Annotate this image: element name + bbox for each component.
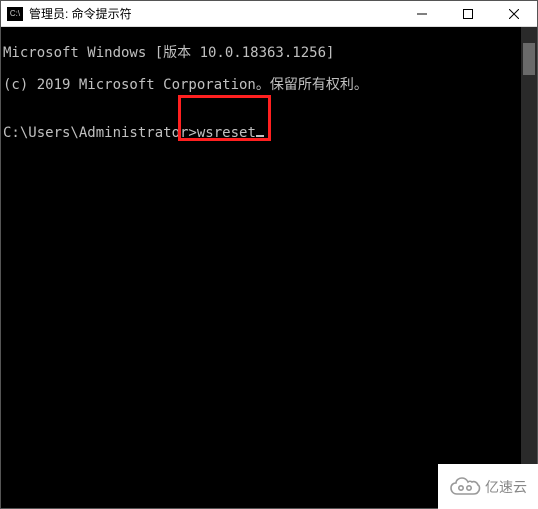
copyright-line: (c) 2019 Microsoft Corporation。保留所有权利。 [3, 77, 521, 93]
prompt-line: C:\Users\Administrator>wsreset [3, 125, 521, 141]
window-controls [399, 1, 537, 26]
close-button[interactable] [491, 1, 537, 26]
console-output[interactable]: Microsoft Windows [版本 10.0.18363.1256] (… [1, 27, 521, 508]
watermark: 亿速云 [438, 464, 538, 509]
console-area: Microsoft Windows [版本 10.0.18363.1256] (… [1, 27, 537, 508]
cmd-icon: C:\ [7, 7, 23, 21]
vertical-scrollbar[interactable] [521, 27, 537, 508]
scrollbar-thumb[interactable] [523, 43, 535, 75]
watermark-text: 亿速云 [485, 477, 527, 497]
command-input[interactable]: wsreset [197, 125, 256, 141]
cloud-icon [449, 476, 481, 498]
command-prompt-window: C:\ 管理员: 命令提示符 Microsoft Windows [版本 10.… [0, 0, 538, 509]
cursor-icon [256, 135, 264, 137]
prompt-text: C:\Users\Administrator> [3, 125, 197, 141]
maximize-button[interactable] [445, 1, 491, 26]
minimize-button[interactable] [399, 1, 445, 26]
version-line: Microsoft Windows [版本 10.0.18363.1256] [3, 45, 521, 61]
titlebar[interactable]: C:\ 管理员: 命令提示符 [1, 1, 537, 27]
window-title: 管理员: 命令提示符 [29, 5, 399, 22]
